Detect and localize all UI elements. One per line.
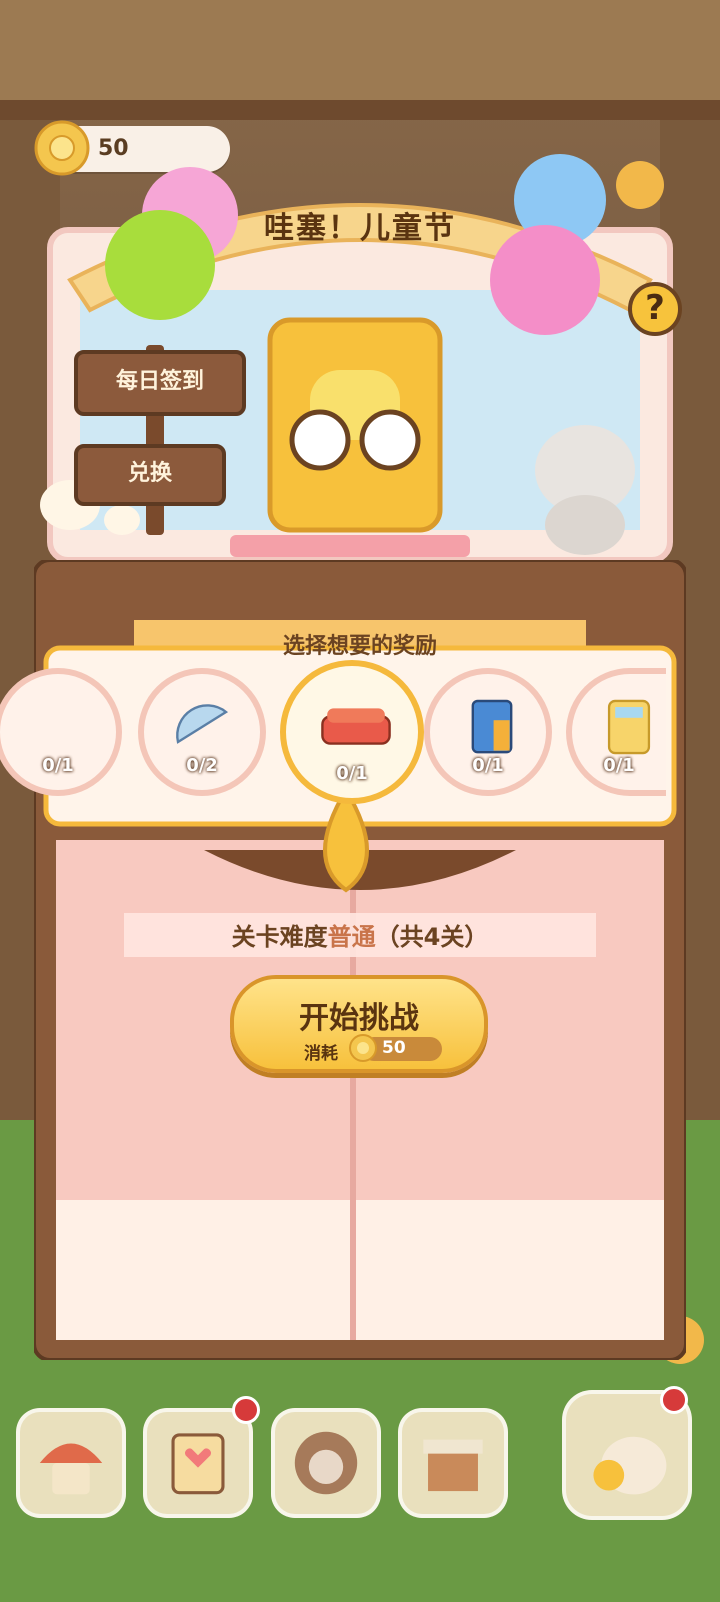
cost-label: 消耗 bbox=[304, 1044, 338, 1064]
start-challenge-label: 开始挑战 bbox=[299, 1001, 419, 1036]
reward-item-cabinet[interactable]: 0/1 bbox=[424, 668, 552, 796]
daily-checkin-label: 每日签到 bbox=[115, 369, 204, 394]
notification-badge bbox=[660, 1386, 688, 1414]
event-title: 哇塞！儿童节 bbox=[264, 211, 456, 246]
dock-shop-button[interactable] bbox=[398, 1408, 508, 1518]
dock-notebook-button[interactable] bbox=[143, 1408, 253, 1518]
difficulty-suffix: （共4关） bbox=[375, 923, 489, 951]
dock-portrait-button[interactable] bbox=[271, 1408, 381, 1518]
reward-item-protractor[interactable]: 0/2 bbox=[138, 668, 266, 796]
help-icon: ? bbox=[645, 288, 665, 328]
reward-count: 0/1 bbox=[336, 763, 368, 784]
dock-home-button[interactable] bbox=[16, 1408, 126, 1518]
difficulty-label: 关卡难度普通（共4关） bbox=[0, 917, 720, 952]
cabinet-icon bbox=[471, 699, 513, 754]
gear-coin-icon bbox=[349, 1034, 377, 1062]
reward-count: 0/1 bbox=[472, 755, 504, 776]
reward-count: 0/1 bbox=[42, 755, 74, 776]
notification-badge bbox=[232, 1396, 260, 1424]
cat-portrait-icon bbox=[294, 1431, 358, 1495]
reward-count: 0/1 bbox=[603, 755, 635, 776]
start-challenge-button[interactable]: 开始挑战 消耗 50 bbox=[230, 975, 488, 1073]
daily-checkin-sign[interactable]: 每日签到 bbox=[74, 350, 246, 416]
cost-value: 50 bbox=[382, 1038, 406, 1058]
difficulty-prefix: 关卡难度 bbox=[231, 923, 328, 951]
protractor-icon bbox=[176, 704, 229, 744]
exchange-sign[interactable]: 兑换 bbox=[74, 444, 226, 506]
mushroom-house-icon bbox=[39, 1443, 103, 1495]
reward-count: 0/2 bbox=[186, 755, 218, 776]
sofa-icon bbox=[321, 708, 391, 745]
difficulty-value: 普通 bbox=[327, 923, 376, 951]
help-button[interactable]: ? bbox=[628, 282, 682, 336]
reward-item-sofa[interactable]: 0/1 bbox=[280, 660, 424, 804]
exchange-label: 兑换 bbox=[127, 461, 172, 486]
notebook-icon bbox=[171, 1433, 225, 1495]
cat-fish-icon bbox=[593, 1436, 667, 1495]
reward-header: 选择想要的奖励 bbox=[282, 634, 437, 659]
calculator-icon bbox=[607, 699, 651, 755]
reward-item-pen[interactable]: 0/1 bbox=[0, 668, 122, 796]
shop-icon bbox=[423, 1439, 483, 1492]
